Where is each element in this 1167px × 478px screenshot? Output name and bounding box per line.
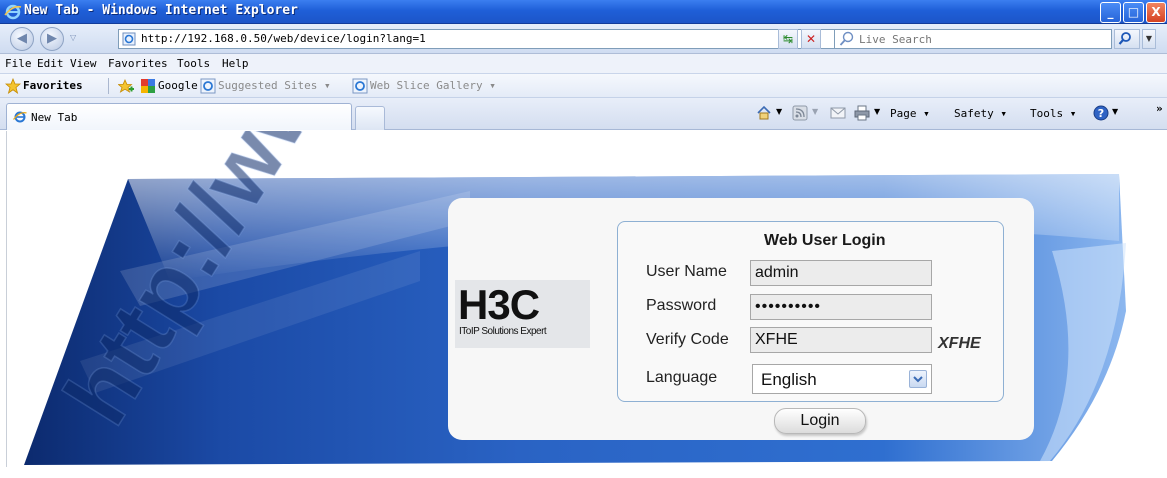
compatibility-view-button[interactable]: ↹ [778, 29, 798, 49]
favorite-link-suggested-sites[interactable]: Suggested Sites ▾ [218, 79, 331, 92]
tab-label: New Tab [31, 111, 78, 124]
favorites-button[interactable]: Favorites [23, 79, 83, 92]
user-name-input[interactable] [750, 260, 932, 286]
page-icon [122, 32, 136, 46]
history-dropdown-icon[interactable]: ▽ [70, 33, 76, 42]
menu-help[interactable]: Help [222, 57, 249, 70]
menu-edit[interactable]: Edit [37, 57, 64, 70]
forward-button[interactable]: ▶ [40, 27, 64, 51]
read-mail-icon[interactable] [830, 105, 846, 121]
tab-bar: New Tab ▼ ▼ ▼ Page ▾ Safety ▾ Tools ▾ ? … [0, 98, 1167, 130]
refresh-arrows-icon: ↹ [782, 32, 794, 46]
ie-page-icon [352, 78, 368, 94]
menu-file[interactable]: File [5, 57, 32, 70]
tab-new-tab[interactable]: New Tab [6, 103, 352, 130]
url-text: http://192.168.0.50/web/device/login?lan… [141, 32, 426, 45]
forward-arrow-icon: ▶ [47, 31, 57, 46]
verify-code-input[interactable] [750, 327, 932, 353]
page-menu[interactable]: Page ▾ [890, 107, 930, 120]
google-icon [141, 79, 155, 93]
window-title: New Tab - Windows Internet Explorer [24, 3, 298, 18]
ie-page-icon [200, 78, 216, 94]
h3c-logo-tagline: IToIP Solutions Expert [459, 326, 547, 337]
h3c-logo-mark: H3C [458, 281, 540, 328]
password-label: Password [646, 297, 717, 314]
search-icon [1118, 32, 1131, 45]
favorites-star-icon [5, 78, 21, 94]
favorite-link-google[interactable]: Google [158, 79, 198, 92]
password-input[interactable] [750, 294, 932, 320]
home-dropdown-icon[interactable]: ▼ [776, 107, 782, 116]
minimize-button[interactable]: _ [1100, 2, 1121, 23]
verify-code-label: Verify Code [646, 331, 729, 348]
menu-view[interactable]: View [70, 57, 97, 70]
menu-bar: File Edit View Favorites Tools Help [0, 54, 1167, 74]
print-icon[interactable] [854, 105, 870, 121]
help-icon[interactable]: ? [1093, 105, 1109, 121]
chevron-down-icon[interactable] [909, 370, 927, 388]
language-label: Language [646, 369, 718, 386]
print-dropdown-icon[interactable]: ▼ [874, 107, 880, 116]
safety-menu[interactable]: Safety ▾ [954, 107, 1007, 120]
home-icon[interactable] [756, 105, 772, 121]
search-button[interactable] [1114, 29, 1140, 49]
internet-explorer-icon [4, 4, 22, 20]
search-field[interactable] [834, 29, 1112, 49]
feeds-icon[interactable] [792, 105, 808, 121]
toolbar-divider [108, 78, 109, 94]
stop-icon: ✕ [805, 32, 817, 46]
back-arrow-icon: ◀ [17, 31, 27, 46]
captcha-image[interactable]: XFHE [938, 335, 981, 353]
new-tab-button[interactable] [355, 106, 385, 130]
favorite-link-web-slice-gallery[interactable]: Web Slice Gallery ▾ [370, 79, 496, 92]
login-button[interactable]: Login [774, 408, 866, 434]
more-commands-chevron-icon[interactable]: » [1156, 102, 1163, 115]
menu-tools[interactable]: Tools [177, 57, 210, 70]
search-provider-icon [839, 31, 854, 46]
back-button[interactable]: ◀ [10, 27, 34, 51]
language-select[interactable]: English [752, 364, 932, 394]
language-selected-value: English [761, 370, 817, 389]
stop-button[interactable]: ✕ [801, 29, 821, 49]
help-dropdown-icon[interactable]: ▼ [1112, 107, 1118, 116]
address-bar: ◀ ▶ ▽ http://192.168.0.50/web/device/log… [0, 24, 1167, 54]
user-name-label: User Name [646, 263, 727, 280]
maximize-button[interactable]: □ [1123, 2, 1144, 23]
internet-explorer-icon [13, 111, 27, 123]
add-to-favorites-icon[interactable] [118, 78, 134, 94]
tools-menu[interactable]: Tools ▾ [1030, 107, 1076, 120]
feeds-dropdown-icon[interactable]: ▼ [812, 107, 818, 116]
title-bar[interactable]: New Tab - Windows Internet Explorer _ □ … [0, 0, 1167, 24]
search-options-icon[interactable]: ▼ [1142, 29, 1156, 49]
svg-text:?: ? [1098, 107, 1104, 120]
search-input[interactable] [859, 31, 1099, 47]
menu-favorites[interactable]: Favorites [108, 57, 168, 70]
login-form-title: Web User Login [764, 232, 886, 249]
close-button[interactable]: X [1146, 2, 1166, 23]
favorites-bar: Favorites Google Suggested Sites ▾ Web S… [0, 74, 1167, 98]
